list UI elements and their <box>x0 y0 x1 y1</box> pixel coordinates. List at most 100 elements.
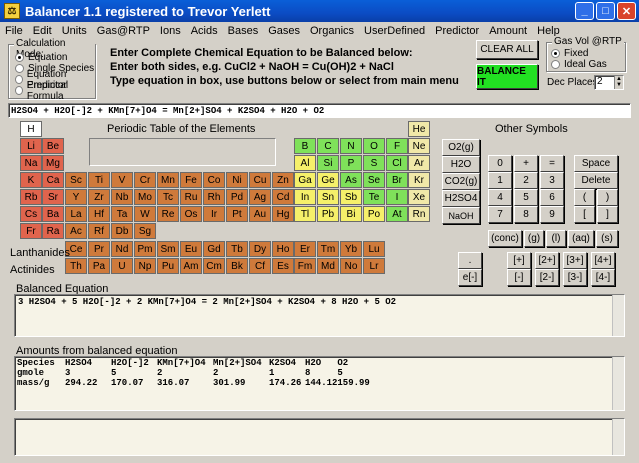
element-u[interactable]: U <box>111 258 133 274</box>
element-ag[interactable]: Ag <box>249 189 271 205</box>
element-md[interactable]: Md <box>317 258 339 274</box>
element-ti[interactable]: Ti <box>88 172 110 188</box>
element-sn[interactable]: Sn <box>317 189 339 205</box>
element-pm[interactable]: Pm <box>134 241 156 257</box>
element-rb[interactable]: Rb <box>20 189 42 205</box>
menu-predictor[interactable]: Predictor <box>430 25 484 37</box>
charge-4plus-button[interactable]: [4+] <box>591 252 615 269</box>
element-tl[interactable]: Tl <box>294 206 316 222</box>
delete-button[interactable]: Delete <box>574 172 618 189</box>
element-mo[interactable]: Mo <box>134 189 156 205</box>
element-es[interactable]: Es <box>272 258 294 274</box>
balanced-scrollbar[interactable] <box>612 295 624 336</box>
state-s-button[interactable]: (s) <box>596 230 618 247</box>
element-rh[interactable]: Rh <box>203 189 225 205</box>
radio-empirical-formula[interactable]: Empirical Formula <box>15 80 95 102</box>
charge-3minus-button[interactable]: [3-] <box>563 269 587 286</box>
key-1[interactable]: 1 <box>488 172 512 189</box>
element-ge[interactable]: Ge <box>317 172 339 188</box>
element-cl[interactable]: Cl <box>386 155 408 171</box>
element-sb[interactable]: Sb <box>340 189 362 205</box>
charge-3plus-button[interactable]: [3+] <box>563 252 587 269</box>
charge-minus-button[interactable]: [-] <box>507 269 531 286</box>
element-ar[interactable]: Ar <box>408 155 430 171</box>
balance-it-button[interactable]: BALANCE IT <box>476 64 538 89</box>
element-am[interactable]: Am <box>180 258 202 274</box>
element-mg[interactable]: Mg <box>42 155 64 171</box>
element-no[interactable]: No <box>340 258 362 274</box>
element-au[interactable]: Au <box>249 206 271 222</box>
element-ni[interactable]: Ni <box>226 172 248 188</box>
element-ba[interactable]: Ba <box>42 206 64 222</box>
element-os[interactable]: Os <box>180 206 202 222</box>
element-p[interactable]: P <box>340 155 362 171</box>
state-l-button[interactable]: (l) <box>546 230 566 247</box>
element-sr[interactable]: Sr <box>42 189 64 205</box>
element-gd[interactable]: Gd <box>203 241 225 257</box>
element-pr[interactable]: Pr <box>88 241 110 257</box>
element-nd[interactable]: Nd <box>111 241 133 257</box>
element-pa[interactable]: Pa <box>88 258 110 274</box>
amounts-scrollbar[interactable] <box>612 357 624 410</box>
element-in[interactable]: In <box>294 189 316 205</box>
element-fr[interactable]: Fr <box>20 223 42 239</box>
element-li[interactable]: Li <box>20 138 42 154</box>
element-yb[interactable]: Yb <box>340 241 362 257</box>
element-pu[interactable]: Pu <box>157 258 179 274</box>
element-db[interactable]: Db <box>111 223 133 239</box>
menu-units[interactable]: Units <box>57 25 92 37</box>
element-co[interactable]: Co <box>203 172 225 188</box>
charge-2minus-button[interactable]: [2-] <box>535 269 559 286</box>
spinner-arrows-icon[interactable]: ▲ ▼ <box>614 76 623 89</box>
key-7[interactable]: 7 <box>488 206 512 223</box>
element-tb[interactable]: Tb <box>226 241 248 257</box>
menu-acids[interactable]: Acids <box>186 25 223 37</box>
menu-file[interactable]: File <box>0 25 28 37</box>
radio-ideal-gas[interactable]: Ideal Gas <box>551 59 607 70</box>
element-cm[interactable]: Cm <box>203 258 225 274</box>
element-as[interactable]: As <box>340 172 362 188</box>
element-cs[interactable]: Cs <box>20 206 42 222</box>
element-sg[interactable]: Sg <box>134 223 156 239</box>
element-la[interactable]: La <box>65 206 87 222</box>
key-equals[interactable]: = <box>540 155 564 172</box>
element-pd[interactable]: Pd <box>226 189 248 205</box>
element-ho[interactable]: Ho <box>272 241 294 257</box>
element-zr[interactable]: Zr <box>88 189 110 205</box>
element-te[interactable]: Te <box>363 189 385 205</box>
element-xe[interactable]: Xe <box>408 189 430 205</box>
element-ra[interactable]: Ra <box>42 223 64 239</box>
radio-equation[interactable]: Equation <box>15 52 95 63</box>
element-be[interactable]: Be <box>42 138 64 154</box>
symbol-o2-button[interactable]: O2(g) <box>442 139 480 156</box>
symbol-co2-button[interactable]: CO2(g) <box>442 173 480 190</box>
symbol-h2o-button[interactable]: H2O <box>442 156 480 173</box>
element-lu[interactable]: Lu <box>363 241 385 257</box>
menu-organics[interactable]: Organics <box>305 25 359 37</box>
element-si[interactable]: Si <box>317 155 339 171</box>
charge-plus-button[interactable]: [+] <box>507 252 531 269</box>
key-plus[interactable]: + <box>514 155 538 172</box>
element-ga[interactable]: Ga <box>294 172 316 188</box>
dec-places-spinner[interactable]: 2 ▲ ▼ <box>594 75 624 90</box>
open-bracket-button[interactable]: [ <box>574 206 595 223</box>
element-k[interactable]: K <box>20 172 42 188</box>
menu-gases[interactable]: Gases <box>263 25 305 37</box>
element-fm[interactable]: Fm <box>294 258 316 274</box>
element-mn[interactable]: Mn <box>157 172 179 188</box>
dot-button[interactable]: . <box>458 252 482 269</box>
radio-fixed[interactable]: Fixed <box>551 48 607 59</box>
notes-scrollbar[interactable] <box>612 419 624 455</box>
element-h[interactable]: H <box>20 121 42 137</box>
element-ca[interactable]: Ca <box>42 172 64 188</box>
key-9[interactable]: 9 <box>540 206 564 223</box>
element-rn[interactable]: Rn <box>408 206 430 222</box>
element-f[interactable]: F <box>386 138 408 154</box>
element-i[interactable]: I <box>386 189 408 205</box>
element-br[interactable]: Br <box>386 172 408 188</box>
close-button[interactable]: ✕ <box>617 2 636 20</box>
symbol-naoh-button[interactable]: NaOH <box>442 207 480 224</box>
minimize-button[interactable]: _ <box>575 2 594 20</box>
menu-userdefined[interactable]: UserDefined <box>359 25 430 37</box>
key-4[interactable]: 4 <box>488 189 512 206</box>
